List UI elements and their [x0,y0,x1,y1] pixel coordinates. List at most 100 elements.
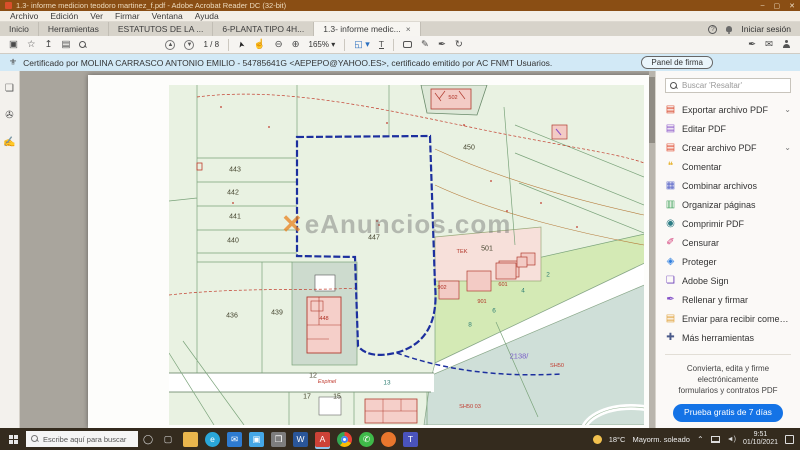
help-icon[interactable]: ? [708,25,717,34]
previous-page-icon[interactable]: ▲ [165,40,175,50]
task-view-icon[interactable]: ▢ [158,434,178,445]
map-label: 4 [521,288,525,294]
free-trial-button[interactable]: Prueba gratis de 7 días [673,404,783,421]
tool-comentar[interactable]: ❝ Comentar ⌄ [665,157,791,176]
menu-item[interactable]: Archivo [4,11,44,21]
tray-expand-icon[interactable]: ⌃ [697,435,704,444]
send-mail-icon[interactable]: ✉ [765,40,773,50]
tool-censurar[interactable]: ✐ Censurar ⌄ [665,233,791,252]
map-label: 2138/ [510,352,529,360]
account-icon[interactable] [782,40,791,49]
cadastral-map: 4434424414404474504364395011217155024489… [169,85,644,425]
map-label: 13 [383,380,390,386]
tools-search-placeholder: Buscar 'Resaltar' [682,81,742,90]
chrome-icon[interactable] [337,432,352,447]
zoom-level-dropdown[interactable]: 165% ▾ [309,40,336,49]
stamp-icon[interactable]: ↻ [455,40,463,50]
start-button[interactable] [0,428,26,450]
map-label: 15 [333,394,341,401]
whatsapp-icon[interactable]: ✆ [359,432,374,447]
weather-temperature[interactable]: 18°C [609,435,626,444]
tab-close-icon[interactable]: × [406,24,411,34]
cortana-icon[interactable]: ◯ [138,434,158,445]
teams-icon[interactable]: T [403,432,418,447]
acrobat-toolbar: ▣ ☆ ↥ ▤ ▲ ▼ 1 / 8 ➤ ☝ ⊖ ⊕ 165% ▾ ◱ ▾ T ✎… [0,36,800,54]
signature-panel-button[interactable]: Panel de firma [641,56,713,69]
signatures-icon[interactable]: ✍ [3,137,15,148]
tool-organizar-paginas[interactable]: ▥ Organizar páginas ⌄ [665,195,791,214]
menu-item[interactable]: Ver [84,11,109,21]
action-center-icon[interactable] [785,435,794,444]
document-tab[interactable]: ESTATUTOS DE LA ... × [109,22,214,36]
tool-exportar-pdf[interactable]: ▤ Exportar archivo PDF ⌄ [665,100,791,119]
tool-enviar-comentarios[interactable]: ▤ Enviar para recibir comentarios ⌄ [665,309,791,328]
tool-adobe-sign[interactable]: ❏ Adobe Sign ⌄ [665,271,791,290]
page-number-display[interactable]: 1 / 8 [203,40,219,49]
certificate-badge-icon: ⚜ [9,57,17,68]
save-icon[interactable]: ▣ [9,40,18,50]
menu-item[interactable]: Ayuda [189,11,225,21]
document-tab[interactable]: Herramientas × [39,22,109,36]
tool-combinar-archivos[interactable]: ▦ Combinar archivos ⌄ [665,176,791,195]
search-icon[interactable] [79,41,87,49]
sign-in-button[interactable]: Iniciar sesión [741,24,791,34]
select-tool-icon[interactable]: ➤ [236,40,246,49]
volume-icon[interactable]: ◄) [727,436,736,443]
taskbar-search-box[interactable]: Escribe aquí para buscar [26,431,138,447]
edge-icon[interactable]: e [205,432,220,447]
document-tab[interactable]: 6-PLANTA TIPO 4H... × [213,22,314,36]
add-text-icon[interactable]: T [379,40,384,50]
tool-mas-herramientas[interactable]: ✚ Más herramientas ⌄ [665,328,791,347]
weather-description[interactable]: Mayorm. soleado [632,435,690,444]
notifications-bell-icon[interactable] [726,26,732,32]
photos-icon[interactable]: ▣ [249,432,264,447]
tool-icon: ✐ [665,237,676,248]
next-page-icon[interactable]: ▼ [184,40,194,50]
store-icon[interactable]: ❒ [271,432,286,447]
minimize-button[interactable]: – [761,2,765,10]
star-icon[interactable]: ☆ [27,40,36,50]
tool-icon: ✒ [665,294,676,305]
tool-comprimir-pdf[interactable]: ◉ Comprimir PDF ⌄ [665,214,791,233]
attachments-icon[interactable]: ✇ [5,110,13,121]
file-explorer-icon[interactable] [183,432,198,447]
document-tab[interactable]: 1.3- informe medic... × [314,22,420,36]
document-tab[interactable]: Inicio × [0,22,39,36]
tool-editar-pdf[interactable]: ▤ Editar PDF ⌄ [665,119,791,138]
maximize-button[interactable]: ▢ [774,2,781,10]
zoom-in-icon[interactable]: ⊕ [292,40,300,50]
word-icon[interactable]: W [293,432,308,447]
network-icon[interactable] [711,436,720,443]
hand-tool-icon[interactable]: ☝ [254,40,266,50]
tool-icon: ▥ [665,199,676,210]
tool-crear-pdf[interactable]: ▤ Crear archivo PDF ⌄ [665,138,791,157]
fit-width-icon[interactable]: ◱ ▾ [354,39,370,50]
menu-item[interactable]: Ventana [146,11,189,21]
tool-proteger[interactable]: ◈ Proteger ⌄ [665,252,791,271]
map-label: 2 [546,272,550,278]
zoom-out-icon[interactable]: ⊖ [275,40,283,50]
fill-sign-icon[interactable]: ✒ [748,40,756,50]
map-label: 436 [226,313,238,320]
firefox-icon[interactable] [381,432,396,447]
pdf-page[interactable]: 4434424414404474504364395011217155024489… [88,75,652,428]
print-icon[interactable]: ▤ [61,40,70,50]
close-button[interactable]: ✕ [789,2,795,10]
share-icon[interactable]: ↥ [45,40,53,50]
tools-search-box[interactable]: Buscar 'Resaltar' [665,78,791,93]
taskbar-clock[interactable]: 9:51 01/10/2021 [743,431,778,448]
comment-icon[interactable] [403,41,412,48]
vertical-scrollbar[interactable] [649,71,655,428]
map-label: 441 [229,214,241,221]
tool-icon: ▤ [665,104,676,115]
acrobat-icon[interactable]: A [315,432,330,447]
chevron-down-icon[interactable]: ⌄ [784,105,791,114]
pencil-icon[interactable]: ✎ [421,40,429,50]
menu-item[interactable]: Edición [44,11,84,21]
sign-pen-icon[interactable]: ✒ [438,40,446,50]
menu-item[interactable]: Firmar [109,11,146,21]
tool-rellenar-firmar[interactable]: ✒ Rellenar y firmar ⌄ [665,290,791,309]
mail-icon[interactable]: ✉ [227,432,242,447]
page-thumbnails-icon[interactable]: ❏ [5,83,14,94]
chevron-down-icon[interactable]: ⌄ [784,143,791,152]
